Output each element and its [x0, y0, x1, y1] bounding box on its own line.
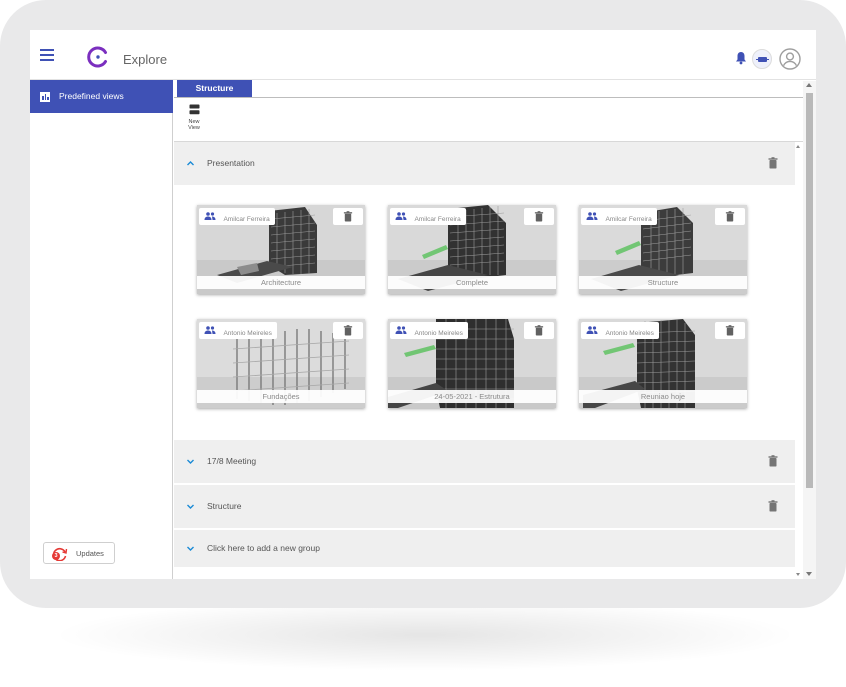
hamburger-menu-icon[interactable] [40, 49, 54, 61]
trash-icon [343, 211, 353, 222]
main-scrollbar[interactable] [803, 81, 816, 579]
bell-icon[interactable] [735, 51, 747, 65]
tab-bar: Structure [174, 80, 816, 98]
owner-chip: Antonio Meireles [199, 322, 277, 339]
view-name: Complete [388, 276, 556, 289]
add-group-label: Click here to add a new group [207, 543, 320, 553]
trash-icon [534, 211, 544, 222]
delete-view-button[interactable] [333, 322, 363, 339]
trash-icon [534, 325, 544, 336]
delete-view-button[interactable] [333, 208, 363, 225]
group-header-structure[interactable]: Structure [174, 485, 795, 528]
owner-chip: Amilcar Ferreira [581, 208, 657, 225]
view-card[interactable]: Amilcar Ferreira Structure [579, 205, 747, 294]
view-owner: Amilcar Ferreira [605, 216, 652, 223]
owner-chip: Amilcar Ferreira [390, 208, 466, 225]
trash-icon[interactable] [768, 500, 778, 512]
view-card[interactable]: Antonio Meireles Fundações [197, 319, 365, 408]
tab-structure[interactable]: Structure [177, 80, 252, 97]
main-content: Structure New View Presentation Amilcar … [174, 80, 816, 579]
chevron-down-icon[interactable] [186, 457, 195, 466]
view-owner: Amilcar Ferreira [414, 216, 461, 223]
updates-badge: 3 [52, 552, 60, 560]
group-header-presentation[interactable]: Presentation [174, 142, 795, 185]
sidebar: Predefined views 3 Updates [30, 80, 173, 579]
view-name: Structure [579, 276, 747, 289]
app-header: Explore [30, 30, 816, 80]
view-name: 24-05-2021 - Estrutura [388, 390, 556, 403]
group-name: 17/8 Meeting [207, 456, 257, 466]
view-stack-icon [189, 104, 199, 115]
people-icon [204, 211, 216, 220]
group-header-17-8-meeting[interactable]: 17/8 Meeting [174, 440, 795, 483]
updates-label: Updates [76, 549, 104, 558]
device-shadow [60, 600, 790, 670]
view-owner: Antonio Meireles [605, 330, 654, 337]
groups-list: Presentation Amilcar Ferreira Architectu… [174, 142, 795, 579]
owner-chip: Antonio Meireles [390, 322, 468, 339]
new-view-label-line-2: View [188, 125, 200, 131]
app-screen: Explore Predefined views 3 Updates Struc… [30, 30, 816, 579]
view-name: Architecture [197, 276, 365, 289]
chevron-down-icon[interactable] [186, 502, 195, 511]
inner-scrollbar[interactable] [795, 143, 803, 578]
view-owner: Antonio Meireles [223, 330, 272, 337]
view-card[interactable]: Amilcar Ferreira Complete [388, 205, 556, 294]
delete-view-button[interactable] [715, 322, 745, 339]
scroll-up-arrow-icon[interactable] [806, 83, 812, 87]
owner-chip: Antonio Meireles [581, 322, 659, 339]
scrollbar-thumb[interactable] [806, 93, 813, 488]
scroll-down-arrow-icon[interactable] [806, 572, 812, 576]
view-owner: Amilcar Ferreira [223, 216, 270, 223]
new-view-button[interactable]: New View [184, 104, 204, 136]
people-icon [586, 325, 598, 334]
toolbar: New View [174, 98, 816, 142]
sidebar-item-label: Predefined views [59, 91, 124, 101]
trash-icon [725, 325, 735, 336]
page-title: Explore [123, 52, 168, 67]
chevron-up-icon[interactable] [186, 159, 195, 168]
delete-view-button[interactable] [715, 208, 745, 225]
add-group-row[interactable]: Click here to add a new group [174, 530, 795, 567]
people-icon [395, 211, 407, 220]
trash-icon[interactable] [768, 157, 778, 169]
updates-button[interactable]: 3 Updates [43, 542, 115, 564]
app-logo-icon[interactable] [87, 46, 109, 68]
delete-view-button[interactable] [524, 208, 554, 225]
organization-avatar[interactable] [752, 49, 772, 69]
group-name: Presentation [207, 158, 255, 168]
bar-chart-icon [40, 92, 50, 102]
view-card[interactable]: Antonio Meireles 24-05-2021 - Estrutura [388, 319, 556, 408]
trash-icon [725, 211, 735, 222]
owner-chip: Amilcar Ferreira [199, 208, 275, 225]
people-icon [395, 325, 407, 334]
view-card[interactable]: Antonio Meireles Reuniao hoje [579, 319, 747, 408]
trash-icon [343, 325, 353, 336]
people-icon [586, 211, 598, 220]
people-icon [204, 325, 216, 334]
chevron-down-icon[interactable] [186, 544, 195, 553]
trash-icon[interactable] [768, 455, 778, 467]
view-card[interactable]: Amilcar Ferreira Architecture [197, 205, 365, 294]
sidebar-item-predefined-views[interactable]: Predefined views [30, 80, 173, 113]
view-name: Reuniao hoje [579, 390, 747, 403]
view-name: Fundações [197, 390, 365, 403]
tablet-frame: Explore Predefined views 3 Updates Struc… [0, 0, 846, 608]
user-circle-icon[interactable] [779, 48, 801, 70]
view-owner: Antonio Meireles [414, 330, 463, 337]
group-name: Structure [207, 501, 242, 511]
group-views-grid: Amilcar Ferreira Architecture Amilcar Fe… [174, 186, 795, 440]
delete-view-button[interactable] [524, 322, 554, 339]
